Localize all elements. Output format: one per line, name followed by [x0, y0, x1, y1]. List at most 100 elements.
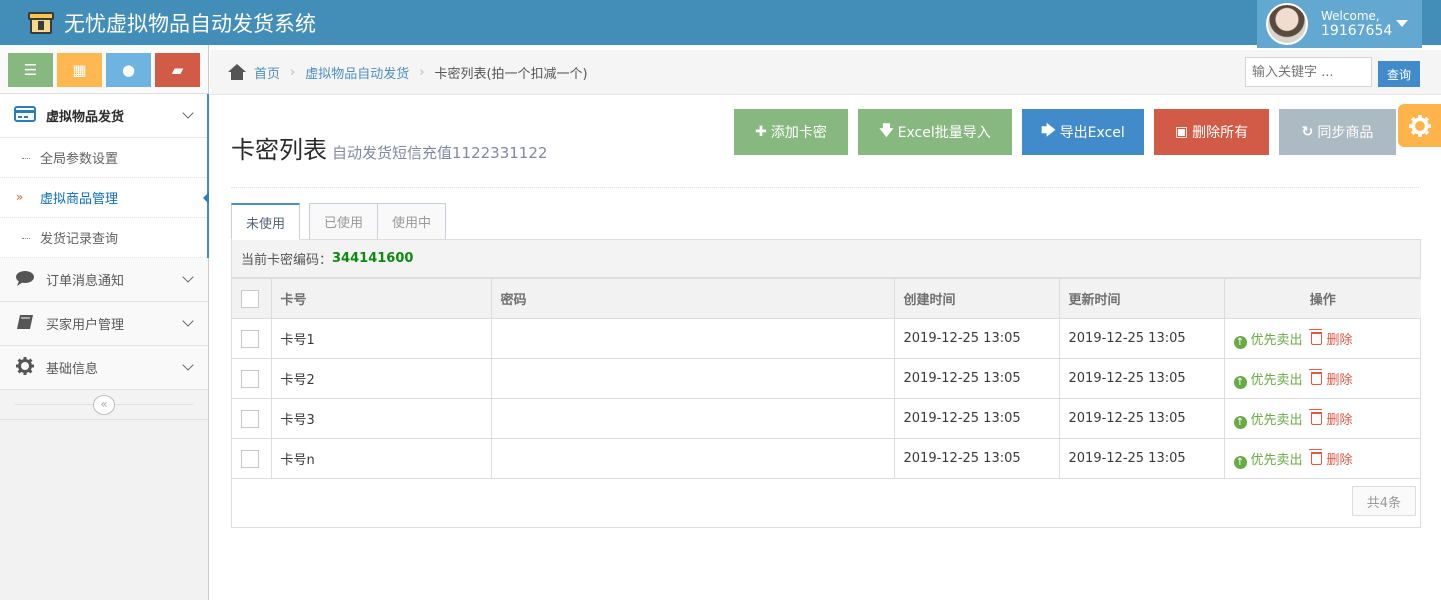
- action-label: 删除: [1326, 373, 1353, 388]
- book-icon[interactable]: ▰: [155, 53, 200, 87]
- action-label: 优先卖出: [1250, 452, 1303, 468]
- sidebar-item-label: 虚拟物品发货: [46, 110, 125, 125]
- card-password: [490, 358, 895, 399]
- delete-link[interactable]: 删除: [1308, 369, 1353, 388]
- breadcrumb-separator-icon: ›: [419, 64, 425, 80]
- search-input[interactable]: [1245, 57, 1372, 87]
- app-title: 无忧虚拟物品自动发货系统: [64, 11, 316, 36]
- excel-import-button[interactable]: 🡇 Excel批量导入: [858, 109, 1012, 155]
- sync-goods-button[interactable]: ↻ 同步商品: [1279, 109, 1396, 155]
- delete-link[interactable]: 删除: [1308, 409, 1353, 428]
- home-icon: [228, 64, 246, 80]
- delete-all-button[interactable]: ▣ 删除所有: [1154, 109, 1269, 155]
- trash-icon: [1308, 409, 1322, 425]
- updated-time: 2019-12-25 13:05: [1058, 318, 1225, 359]
- trash-icon: [1308, 449, 1322, 465]
- caret-down-icon: [1396, 20, 1408, 27]
- action-label: 删除: [1326, 413, 1353, 428]
- created-time: 2019-12-25 13:05: [893, 398, 1060, 439]
- settings-toggle[interactable]: [1398, 104, 1441, 147]
- row-checkbox[interactable]: [241, 409, 259, 428]
- card-password: [490, 318, 895, 359]
- button-label: 同步商品: [1317, 125, 1374, 141]
- card-password: [490, 438, 895, 479]
- priority-sell-link[interactable]: ↑ 优先卖出: [1233, 409, 1303, 429]
- sidebar-collapse-row: «: [0, 390, 208, 420]
- refresh-icon: ↻: [1301, 124, 1314, 140]
- created-time: 2019-12-25 13:05: [893, 358, 1060, 399]
- comment-icon[interactable]: ●: [106, 53, 151, 87]
- delete-link[interactable]: 删除: [1308, 449, 1353, 468]
- sidebar-subitem-global-settings[interactable]: 全局参数设置: [0, 138, 207, 178]
- comment-icon: [14, 270, 36, 290]
- action-label: 优先卖出: [1250, 332, 1303, 348]
- user-menu[interactable]: Welcome, 19167654: [1257, 0, 1422, 48]
- arrow-up-circle-icon: ↑: [1233, 415, 1247, 429]
- navbar: 无忧虚拟物品自动发货系统 Welcome, 19167654: [0, 0, 1441, 48]
- column-header-updated: 更新时间: [1058, 278, 1225, 319]
- brand[interactable]: 无忧虚拟物品自动发货系统: [28, 0, 316, 45]
- sidebar-item-virtual-goods-shipping[interactable]: 虚拟物品发货: [0, 94, 209, 138]
- avatar: [1266, 3, 1308, 45]
- button-label: 添加卡密: [770, 125, 827, 141]
- user-name: 19167654: [1321, 23, 1393, 39]
- search-button[interactable]: 查询: [1378, 61, 1420, 87]
- page-subtitle: 自动发货短信充值1122331122: [332, 144, 548, 162]
- export-excel-button[interactable]: 🡆 导出Excel: [1022, 109, 1144, 155]
- priority-sell-link[interactable]: ↑ 优先卖出: [1233, 329, 1303, 349]
- tab-in-use[interactable]: 使用中: [377, 203, 447, 240]
- add-card-button[interactable]: ✚ 添加卡密: [734, 109, 848, 155]
- credit-card-icon: [14, 105, 36, 126]
- arrow-up-circle-icon: ↑: [1233, 335, 1247, 349]
- sidebar-subitem-label: 全局参数设置: [40, 152, 119, 167]
- row-checkbox[interactable]: [241, 329, 259, 348]
- collapse-sidebar-icon[interactable]: «: [93, 395, 115, 415]
- breadcrumb-section[interactable]: 虚拟物品自动发货: [305, 63, 409, 82]
- chevron-down-icon: [182, 107, 194, 119]
- trash-icon: [1308, 369, 1322, 385]
- column-header-created: 创建时间: [893, 278, 1060, 319]
- table-row: 卡号1 2019-12-25 13:05 2019-12-25 13:05 ↑ 优…: [232, 318, 1421, 359]
- button-label: Excel批量导入: [897, 125, 991, 141]
- sidebar-item-basic-info[interactable]: 基础信息: [0, 346, 208, 390]
- sidebar-submenu: 全局参数设置 虚拟商品管理 发货记录查询: [0, 138, 209, 258]
- sidebar-subitem-virtual-goods-management[interactable]: 虚拟商品管理: [0, 178, 209, 218]
- divider: [231, 187, 1421, 188]
- column-header-card: 卡号: [270, 278, 492, 319]
- current-code-row: 当前卡密编码： 344141600: [232, 240, 1420, 278]
- welcome-text: Welcome,: [1321, 9, 1380, 23]
- arrow-up-circle-icon: ↑: [1233, 375, 1247, 389]
- toolbar: ✚ 添加卡密 🡇 Excel批量导入 🡆 导出Excel ▣ 删除所有 ↻ 同步商品: [734, 109, 1396, 155]
- table-row: 卡号n 2019-12-25 13:05 2019-12-25 13:05 ↑ 优…: [232, 438, 1421, 479]
- tab-used[interactable]: 已使用: [309, 203, 379, 240]
- priority-sell-link[interactable]: ↑ 优先卖出: [1233, 369, 1303, 389]
- priority-sell-link[interactable]: ↑ 优先卖出: [1233, 449, 1303, 469]
- calendar-icon[interactable]: ▦: [57, 53, 102, 87]
- gear-icon: [14, 356, 36, 379]
- card-password: [490, 398, 895, 439]
- column-header-actions: 操作: [1223, 278, 1421, 319]
- arrow-down-icon: 🡇: [879, 123, 894, 139]
- sidebar-item-order-notify[interactable]: 订单消息通知: [0, 258, 208, 302]
- row-checkbox[interactable]: [241, 369, 259, 388]
- delete-link[interactable]: 删除: [1308, 329, 1353, 348]
- gear-icon: [1408, 114, 1431, 137]
- row-checkbox[interactable]: [241, 449, 259, 468]
- breadcrumb-home[interactable]: 首页: [254, 63, 280, 82]
- list-icon[interactable]: ☰: [8, 53, 53, 87]
- sidebar-item-buyer-users[interactable]: 买家用户管理: [0, 302, 208, 346]
- sidebar-subitem-shipping-records[interactable]: 发货记录查询: [0, 218, 207, 258]
- sidebar-shortcuts: ☰ ▦ ● ▰: [0, 45, 208, 94]
- card-list-panel: 当前卡密编码： 344141600 卡号 密码 创建时间 更新时间 操作 卡号1 …: [231, 239, 1421, 528]
- action-label: 删除: [1326, 333, 1353, 348]
- select-all-checkbox[interactable]: [241, 289, 259, 308]
- card-number: 卡号2: [270, 358, 492, 399]
- tab-unused[interactable]: 未使用: [231, 203, 301, 240]
- action-label: 优先卖出: [1250, 372, 1303, 388]
- breadcrumb: 首页 › 虚拟物品自动发货 › 卡密列表(拍一个扣减一个) 查询: [210, 50, 1441, 95]
- arrow-right-icon: 🡆: [1041, 123, 1056, 139]
- select-all-cell: [232, 278, 272, 319]
- sidebar-item-label: 订单消息通知: [46, 274, 125, 289]
- updated-time: 2019-12-25 13:05: [1058, 358, 1225, 399]
- tab-bar: 未使用 已使用 使用中: [231, 203, 447, 240]
